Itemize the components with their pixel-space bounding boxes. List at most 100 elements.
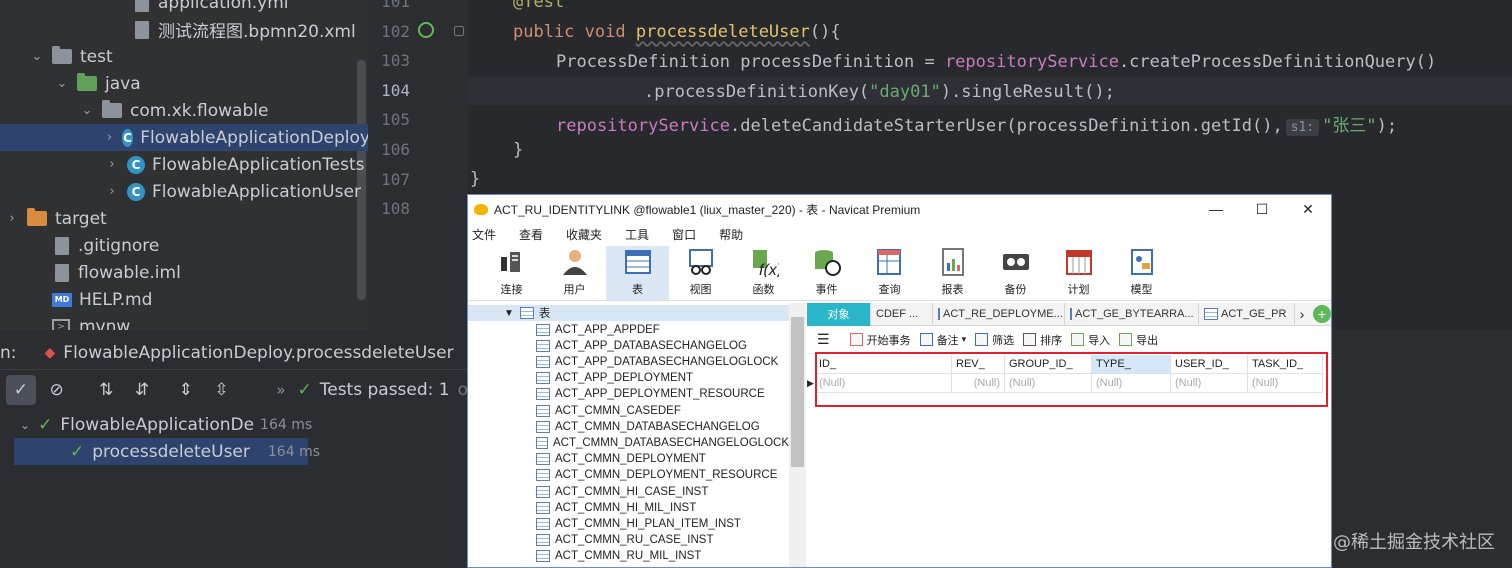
window-titlebar[interactable]: ACT_RU_IDENTITYLINK @flowable1 (liux_mas… xyxy=(468,195,1331,223)
test-row-method[interactable]: ✓ processdeleteUser 164 ms xyxy=(14,438,320,465)
table-list-item[interactable]: ACT_CMMN_RU_PLAN_ITEM_INST xyxy=(468,565,789,567)
chevron-right-icon[interactable]: › xyxy=(105,157,119,172)
toolbar-backup-button[interactable]: 备份 xyxy=(984,246,1047,300)
action-sort-button[interactable]: 排序 xyxy=(1023,332,1062,348)
run-config-name[interactable]: FlowableApplicationDeploy.processdeleteU… xyxy=(63,343,453,363)
maximize-icon[interactable]: ☐ xyxy=(1239,195,1285,223)
table-list-item[interactable]: ACT_APP_DEPLOYMENT xyxy=(468,370,789,386)
run-config-icon: ◆ xyxy=(44,344,56,361)
table-list-item[interactable]: ACT_APP_DATABASECHANGELOGLOCK xyxy=(468,354,789,370)
chevron-down-icon: ▼ xyxy=(504,307,514,319)
toolbar-function-button[interactable]: f(x) 函数 xyxy=(732,246,795,300)
table-list-item[interactable]: ACT_CMMN_RU_MIL_INST xyxy=(468,548,789,564)
chevron-right-icon[interactable]: › xyxy=(105,130,114,145)
menu-item[interactable]: 收藏夹 xyxy=(566,226,613,243)
show-passed-icon[interactable]: ✓ xyxy=(6,375,36,405)
project-tree-label: FlowableApplicationTests xyxy=(152,154,365,175)
project-tree-item[interactable]: › C FlowableApplicationDeploy xyxy=(0,124,370,151)
model-icon xyxy=(1126,246,1158,278)
toolbar-connection-button[interactable]: 连接 xyxy=(480,246,543,300)
tab-table[interactable]: CDEF ... xyxy=(871,302,933,326)
current-row-icon: ▶ xyxy=(807,378,814,388)
table-list-item[interactable]: ACT_CMMN_DATABASECHANGELOGLOCK xyxy=(468,435,789,451)
chevron-right-icon[interactable]: › xyxy=(105,184,119,199)
dropdown-arrow-icon[interactable]: ▾ xyxy=(962,334,967,345)
filter-icon xyxy=(975,333,989,346)
table-list-item[interactable]: ACT_CMMN_HI_PLAN_ITEM_INST xyxy=(468,516,789,532)
toolbar-model-button[interactable]: 模型 xyxy=(1110,246,1173,300)
new-tab-icon[interactable]: + xyxy=(1313,305,1331,323)
action-import-button[interactable]: 导入 xyxy=(1071,332,1110,348)
tree-node-tables[interactable]: ▼ 表 xyxy=(468,305,789,322)
chevron-down-icon[interactable]: ⌄ xyxy=(80,103,94,118)
menu-item[interactable]: 工具 xyxy=(625,226,660,243)
table-icon xyxy=(536,404,550,417)
chevron-right-icon[interactable]: › xyxy=(5,211,19,226)
project-tree-item[interactable]: flowable.iml xyxy=(0,259,370,286)
close-icon[interactable]: ✕ xyxy=(1285,195,1331,223)
project-tree-item[interactable]: ⌄ java xyxy=(0,70,370,97)
tab-objects[interactable]: 对象 xyxy=(807,302,871,326)
toolbar-user-button[interactable]: 用户 xyxy=(543,246,606,300)
expand-all-icon[interactable]: ⇕ xyxy=(171,375,201,405)
toolbar-view-button[interactable]: 视图 xyxy=(669,246,732,300)
table-list-item[interactable]: ACT_CMMN_RU_CASE_INST xyxy=(468,532,789,548)
more-icon[interactable]: » xyxy=(276,381,285,399)
toolbar-label: 模型 xyxy=(1130,284,1153,296)
row-marker xyxy=(807,355,815,374)
table-list-item[interactable]: ACT_APP_APPDEF xyxy=(468,322,789,338)
project-tree-item[interactable]: 测试流程图.bpmn20.xml xyxy=(0,16,370,43)
query-icon xyxy=(874,246,906,278)
toolbar-report-button[interactable]: 报表 xyxy=(921,246,984,300)
table-list-item[interactable]: ACT_CMMN_HI_CASE_INST xyxy=(468,484,789,500)
menu-item[interactable]: 窗口 xyxy=(672,226,707,243)
test-row-class[interactable]: ⌄ ✓ FlowableApplicationDe 164 ms xyxy=(20,411,312,438)
menu-item[interactable]: 文件 xyxy=(472,226,507,243)
toolbar-table-button[interactable]: 表 xyxy=(606,246,669,300)
passed-check-icon: ✓ xyxy=(70,441,85,462)
minimize-icon[interactable]: — xyxy=(1193,195,1239,223)
chevron-down-icon[interactable]: ⌄ xyxy=(55,76,69,91)
project-tree-item[interactable]: MD HELP.md xyxy=(0,286,370,313)
tree-scrollbar[interactable] xyxy=(789,303,806,567)
table-list-item[interactable]: ACT_APP_DATABASECHANGELOG xyxy=(468,338,789,354)
tab-table[interactable]: ACT_GE_BYTEARRA... xyxy=(1065,302,1199,326)
table-name: ACT_APP_APPDEF xyxy=(555,323,660,336)
project-tree-label: target xyxy=(55,208,107,229)
toolbar-query-button[interactable]: 查询 xyxy=(858,246,921,300)
project-tree-item[interactable]: application.yml xyxy=(0,0,370,16)
tab-table[interactable]: ACT_GE_PR xyxy=(1199,302,1295,326)
run-test-gutter-icon[interactable] xyxy=(418,22,434,38)
project-tree-item[interactable]: .gitignore xyxy=(0,232,370,259)
tab-scroll-right-icon[interactable]: › xyxy=(1295,306,1309,322)
project-tree-item[interactable]: › target xyxy=(0,205,370,232)
project-tree-item[interactable]: ⌄ com.xk.flowable xyxy=(0,97,370,124)
collapse-all-icon[interactable]: ⇳ xyxy=(207,375,237,405)
table-list-item[interactable]: ACT_CMMN_DEPLOYMENT_RESOURCE xyxy=(468,467,789,483)
tab-table[interactable]: ACT_RE_DEPLOYME... xyxy=(933,302,1065,326)
chevron-down-icon[interactable]: ⌄ xyxy=(30,49,44,64)
toolbar-schedule-button[interactable]: 计划 xyxy=(1047,246,1110,300)
scrollbar-thumb[interactable] xyxy=(791,317,804,467)
table-list-item[interactable]: ACT_CMMN_HI_MIL_INST xyxy=(468,500,789,516)
menu-item[interactable]: 帮助 xyxy=(719,226,754,243)
begin-transaction-icon xyxy=(849,333,863,346)
menu-item[interactable]: 查看 xyxy=(519,226,554,243)
action-export-button[interactable]: 导出 xyxy=(1119,332,1158,348)
test-method-label: processdeleteUser xyxy=(92,441,250,462)
table-list-item[interactable]: ACT_CMMN_DEPLOYMENT xyxy=(468,451,789,467)
toolbar-event-button[interactable]: 事件 xyxy=(795,246,858,300)
table-list-item[interactable]: ACT_APP_DEPLOYMENT_RESOURCE xyxy=(468,386,789,402)
sort-alpha-icon[interactable]: ⇅ xyxy=(91,375,121,405)
project-tree-item[interactable]: › C FlowableApplicationUser xyxy=(0,178,370,205)
hamburger-menu-icon[interactable]: ☰ xyxy=(817,331,830,348)
project-tree-item[interactable]: › C FlowableApplicationTests xyxy=(0,151,370,178)
sort-duration-icon[interactable]: ⇵ xyxy=(127,375,157,405)
action-filter-button[interactable]: 筛选 xyxy=(975,332,1014,348)
table-list-item[interactable]: ACT_CMMN_DATABASECHANGELOG xyxy=(468,419,789,435)
table-list-item[interactable]: ACT_CMMN_CASEDEF xyxy=(468,403,789,419)
action-begin-transaction-button[interactable]: 开始事务 xyxy=(849,332,911,348)
show-ignored-icon[interactable]: ⊘ xyxy=(42,375,72,405)
action-comment-button[interactable]: 备注 ▾ xyxy=(919,332,967,348)
project-tree-item[interactable]: ⌄ test xyxy=(0,43,370,70)
